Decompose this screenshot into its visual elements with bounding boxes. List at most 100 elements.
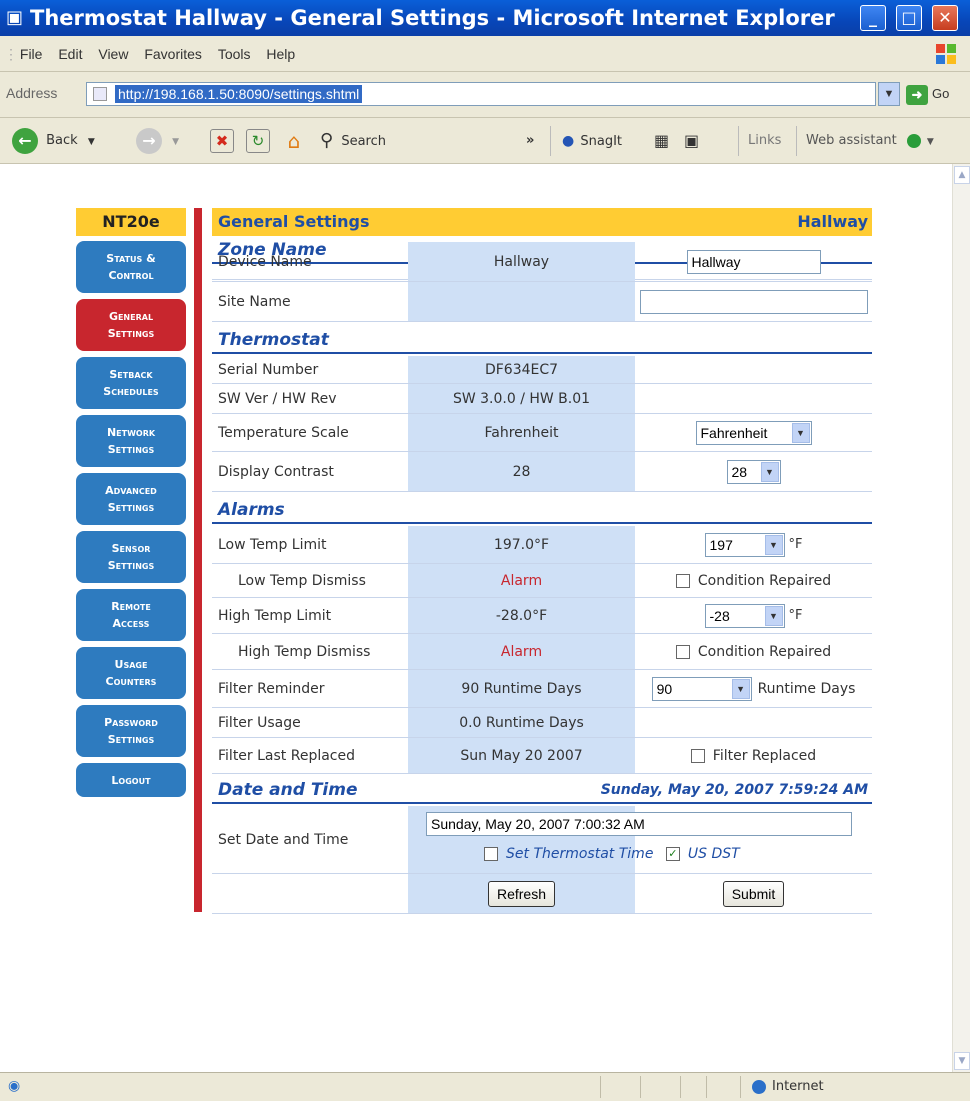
- nav-password-settings[interactable]: Password Settings: [76, 705, 186, 757]
- set-thermostat-time-checkbox[interactable]: [484, 847, 498, 861]
- high-temp-limit-value: -28.0°F: [408, 598, 635, 633]
- nav-sensor-settings[interactable]: Sensor Settings: [76, 531, 186, 583]
- section-thermostat: Thermostat: [212, 326, 872, 354]
- high-temp-limit-select[interactable]: -28 ▼: [704, 603, 785, 628]
- minimize-button[interactable]: _: [860, 5, 886, 31]
- chevron-down-icon: ▼: [764, 605, 783, 626]
- low-temp-dismiss-value: Alarm: [408, 564, 635, 597]
- home-icon: ⌂: [287, 128, 301, 153]
- maximize-button[interactable]: □: [896, 5, 922, 31]
- filter-replaced-checkbox[interactable]: [690, 748, 705, 763]
- standard-toolbar: ← Back ▼ → ▼ ✖ ↻ ⌂ ⚲ Search » ● SnagIt ▦…: [0, 118, 970, 164]
- scroll-up-icon[interactable]: ▲: [954, 166, 970, 184]
- filter-usage-value: 0.0 Runtime Days: [408, 708, 635, 737]
- links-button[interactable]: Links: [748, 126, 781, 156]
- device-name-label: Device Name: [218, 253, 312, 270]
- menu-view[interactable]: View: [92, 36, 134, 72]
- date-time-title: Date and Time: [218, 780, 358, 800]
- refresh-button[interactable]: Refresh: [487, 880, 556, 907]
- refresh-icon: ↻: [246, 128, 270, 153]
- filter-last-replaced-label: Filter Last Replaced: [218, 747, 355, 764]
- refresh-toolbar-button[interactable]: ↻: [246, 126, 270, 156]
- menu-file[interactable]: File: [14, 36, 49, 72]
- high-temp-limit-label: High Temp Limit: [218, 607, 332, 624]
- nav-title: NT20e: [76, 208, 186, 236]
- stop-icon: ✖: [210, 128, 234, 153]
- snagit-button[interactable]: ● SnagIt: [562, 126, 622, 156]
- serial-number-value: DF634EC7: [408, 356, 635, 383]
- nav-logout[interactable]: Logout: [76, 763, 186, 797]
- row-serial-number: Serial Number DF634EC7: [212, 356, 872, 384]
- close-button[interactable]: ✕: [932, 5, 958, 31]
- home-button[interactable]: ⌂: [282, 126, 306, 156]
- toolbar-overflow-icon[interactable]: »: [526, 126, 534, 156]
- chevron-down-icon: ▼: [764, 534, 783, 555]
- temperature-scale-label: Temperature Scale: [218, 424, 349, 441]
- filter-usage-label: Filter Usage: [218, 714, 301, 731]
- nav-general-settings[interactable]: General Settings: [76, 299, 186, 351]
- toolbar-separator: [738, 126, 739, 156]
- windows-logo-icon: [936, 44, 956, 64]
- low-temp-repaired-checkbox[interactable]: [675, 573, 690, 588]
- filter-reminder-label: Filter Reminder: [218, 680, 325, 697]
- web-assistant-button[interactable]: Web assistant ▼: [806, 126, 934, 156]
- address-dropdown-icon[interactable]: ▼: [878, 82, 900, 106]
- toolbar-separator: [796, 126, 797, 156]
- low-temp-unit: °F: [788, 537, 803, 552]
- submit-button[interactable]: Submit: [722, 880, 785, 907]
- back-button[interactable]: ← Back ▼: [12, 126, 95, 156]
- menu-tools[interactable]: Tools: [212, 36, 257, 72]
- high-temp-limit-selected: -28: [709, 607, 730, 624]
- address-field[interactable]: http://198.168.1.50:8090/settings.shtml: [86, 82, 876, 106]
- display-contrast-select[interactable]: 28 ▼: [726, 459, 781, 484]
- low-temp-repaired-label: Condition Repaired: [697, 572, 832, 589]
- nav-remote-access[interactable]: Remote Access: [76, 589, 186, 641]
- version-value: SW 3.0.0 / HW B.01: [408, 384, 635, 413]
- search-button[interactable]: ⚲ Search: [320, 126, 386, 156]
- go-button[interactable]: ➜ Go: [906, 82, 949, 106]
- back-dropdown-icon[interactable]: ▼: [88, 137, 95, 147]
- page-icon: [93, 87, 107, 101]
- zone-title: Hallway: [797, 212, 868, 231]
- high-temp-repaired-checkbox[interactable]: [675, 644, 690, 659]
- set-date-time-input[interactable]: [426, 812, 852, 836]
- nav-usage-counters[interactable]: Usage Counters: [76, 647, 186, 699]
- vertical-scrollbar[interactable]: ▲ ▼: [952, 164, 970, 1072]
- low-temp-limit-select[interactable]: 197 ▼: [704, 532, 785, 557]
- filter-reminder-value: 90 Runtime Days: [408, 670, 635, 707]
- menu-help[interactable]: Help: [260, 36, 301, 72]
- web-assistant-label: Web assistant: [806, 133, 897, 148]
- menu-edit[interactable]: Edit: [52, 36, 88, 72]
- filter-reminder-select[interactable]: 90 ▼: [651, 676, 752, 701]
- section-date-time: Date and Time Sunday, May 20, 2007 7:59:…: [212, 776, 872, 804]
- site-name-input[interactable]: [640, 289, 868, 314]
- nav-setback-schedules[interactable]: Setback Schedules: [76, 357, 186, 409]
- go-label: Go: [932, 86, 950, 101]
- version-label: SW Ver / HW Rev: [218, 390, 337, 407]
- filter-reminder-selected: 90: [656, 680, 673, 697]
- serial-number-label: Serial Number: [218, 361, 319, 378]
- row-site-name: Site Name: [212, 282, 872, 322]
- snagit-capture-icon[interactable]: ▦: [654, 126, 669, 156]
- status-cell: [640, 1076, 641, 1098]
- device-name-input[interactable]: [686, 249, 821, 274]
- settings-header: General Settings Hallway: [212, 208, 872, 236]
- snagit-icon: ●: [562, 133, 575, 149]
- current-date-time: Sunday, May 20, 2007 7:59:24 AM: [600, 782, 868, 798]
- us-dst-checkbox[interactable]: ✓: [665, 847, 680, 861]
- temperature-scale-selected: Fahrenheit: [700, 424, 768, 441]
- snagit-editor-icon[interactable]: ▣: [684, 126, 699, 156]
- scroll-down-icon[interactable]: ▼: [954, 1052, 970, 1070]
- address-url[interactable]: http://198.168.1.50:8090/settings.shtml: [115, 85, 363, 103]
- menu-favorites[interactable]: Favorites: [138, 36, 208, 72]
- stop-button[interactable]: ✖: [210, 126, 234, 156]
- nav-network-settings[interactable]: Network Settings: [76, 415, 186, 467]
- globe-icon: [906, 133, 921, 148]
- nav-advanced-settings[interactable]: Advanced Settings: [76, 473, 186, 525]
- temperature-scale-select[interactable]: Fahrenheit ▼: [695, 420, 812, 445]
- nav-status-control[interactable]: Status & Control: [76, 241, 186, 293]
- web-assistant-dropdown-icon: ▼: [926, 137, 934, 147]
- go-arrow-icon: ➜: [906, 84, 928, 105]
- forward-dropdown-icon[interactable]: ▼: [172, 137, 179, 147]
- forward-button[interactable]: → ▼: [136, 126, 179, 156]
